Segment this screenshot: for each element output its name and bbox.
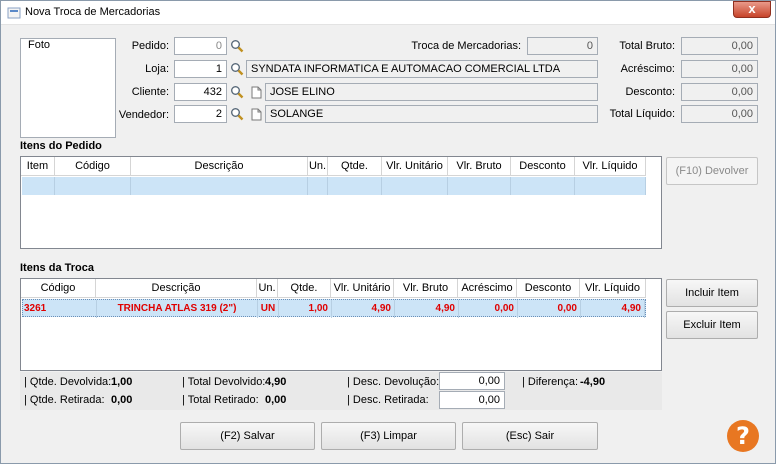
window: Nova Troca de Mercadorias x Foto Pedido:…: [0, 0, 776, 464]
cliente-name-field: JOSE ELINO: [265, 83, 598, 101]
total-liquido-label: Total Líquido:: [609, 108, 675, 120]
cell-codigo: 3261: [23, 300, 97, 318]
table-cell: [448, 177, 511, 195]
excluir-item-button[interactable]: Excluir Item: [666, 311, 758, 339]
qtde-devolvida-label: | Qtde. Devolvida:: [24, 376, 112, 388]
close-button[interactable]: x: [733, 1, 771, 18]
cell-unitario: 4,90: [332, 300, 395, 318]
desc-devolucao-input[interactable]: 0,00: [439, 372, 505, 390]
app-icon: [7, 7, 21, 19]
table-cell: [55, 177, 131, 195]
acrescimo-field: 0,00: [681, 60, 758, 78]
search-icon[interactable]: [230, 107, 244, 121]
diferenca-label: | Diferença:: [522, 376, 579, 388]
column-header[interactable]: Desconto: [511, 157, 575, 176]
column-header[interactable]: Vlr. Unitário: [382, 157, 448, 176]
summary-panel: | Qtde. Devolvida: 1,00 | Qtde. Retirada…: [20, 372, 662, 410]
itens-pedido-title: Itens do Pedido: [20, 140, 102, 152]
search-icon[interactable]: [230, 85, 244, 99]
qtde-retirada-label: | Qtde. Retirada:: [24, 394, 105, 406]
column-header[interactable]: Vlr. Líquido: [580, 279, 646, 298]
column-header[interactable]: Item: [21, 157, 55, 176]
column-header[interactable]: Un.: [257, 279, 278, 298]
loja-name-field: SYNDATA INFORMATICA E AUTOMACAO COMERCIA…: [246, 60, 598, 78]
desc-devolucao-label: | Desc. Devolução:: [347, 376, 440, 388]
itens-troca-grid[interactable]: Código Descrição Un. Qtde. Vlr. Unitário…: [20, 278, 662, 371]
column-header[interactable]: Vlr. Bruto: [394, 279, 458, 298]
desconto-field: 0,00: [681, 83, 758, 101]
table-cell: [575, 177, 646, 195]
troca-label: Troca de Mercadorias:: [411, 40, 521, 52]
photo-label: Foto: [28, 39, 51, 51]
total-devolvido-value: 4,90: [265, 376, 287, 388]
troca-field: 0: [527, 37, 598, 55]
cliente-input[interactable]: 432: [174, 83, 227, 101]
table-cell: [328, 177, 382, 195]
table-cell: [382, 177, 448, 195]
column-header[interactable]: Qtde.: [278, 279, 331, 298]
total-bruto-field: 0,00: [681, 37, 758, 55]
title-bar: Nova Troca de Mercadorias x: [1, 1, 775, 25]
incluir-item-button[interactable]: Incluir Item: [666, 279, 758, 307]
cliente-label: Cliente:: [131, 86, 169, 98]
total-devolvido-label: | Total Devolvido:: [182, 376, 266, 388]
column-header[interactable]: Un.: [308, 157, 328, 176]
devolver-button[interactable]: (F10) Devolver: [666, 157, 758, 185]
loja-input[interactable]: 1: [174, 60, 227, 78]
column-header[interactable]: Acréscimo: [458, 279, 517, 298]
vendedor-input[interactable]: 2: [174, 105, 227, 123]
cell-qtde: 1,00: [279, 300, 332, 318]
search-icon[interactable]: [230, 39, 244, 53]
table-cell: [308, 177, 328, 195]
table-row[interactable]: 3261 TRINCHA ATLAS 319 (2") UN 1,00 4,90…: [22, 299, 646, 318]
salvar-button[interactable]: (F2) Salvar: [180, 422, 315, 450]
vendedor-label: Vendedor:: [118, 109, 169, 121]
column-header[interactable]: Descrição: [131, 157, 308, 176]
vendedor-name-field: SOLANGE: [265, 105, 598, 123]
pedido-input[interactable]: 0: [174, 37, 227, 55]
table-cell: [511, 177, 575, 195]
itens-pedido-grid[interactable]: Item Código Descrição Un. Qtde. Vlr. Uni…: [20, 156, 662, 249]
help-icon[interactable]: ?: [727, 420, 759, 452]
document-icon[interactable]: [251, 108, 262, 121]
qtde-devolvida-value: 1,00: [111, 376, 133, 388]
cell-descricao: TRINCHA ATLAS 319 (2"): [97, 300, 258, 318]
qtde-retirada-value: 0,00: [111, 394, 133, 406]
photo-box: Foto: [20, 38, 116, 138]
search-icon[interactable]: [230, 62, 244, 76]
total-bruto-label: Total Bruto:: [619, 40, 675, 52]
table-cell: [131, 177, 308, 195]
column-header[interactable]: Vlr. Líquido: [575, 157, 646, 176]
column-header[interactable]: Código: [21, 279, 96, 298]
limpar-button[interactable]: (F3) Limpar: [321, 422, 456, 450]
loja-label: Loja:: [145, 63, 169, 75]
total-liquido-field: 0,00: [681, 105, 758, 123]
pedido-label: Pedido:: [131, 40, 169, 52]
total-retirado-label: | Total Retirado:: [182, 394, 259, 406]
cell-acrescimo: 0,00: [459, 300, 518, 318]
column-header[interactable]: Desconto: [517, 279, 580, 298]
itens-troca-title: Itens da Troca: [20, 262, 94, 274]
document-icon[interactable]: [251, 86, 262, 99]
cell-desconto: 0,00: [518, 300, 581, 318]
total-retirado-value: 0,00: [265, 394, 287, 406]
column-header[interactable]: Vlr. Bruto: [448, 157, 511, 176]
sair-button[interactable]: (Esc) Sair: [462, 422, 598, 450]
cell-liquido: 4,90: [581, 300, 645, 318]
cell-un: UN: [258, 300, 279, 318]
table-row-selected[interactable]: [22, 177, 646, 195]
desc-retirada-input[interactable]: 0,00: [439, 391, 505, 409]
column-header[interactable]: Código: [55, 157, 131, 176]
table-cell: [22, 177, 55, 195]
cell-bruto: 4,90: [395, 300, 459, 318]
column-header[interactable]: Descrição: [96, 279, 257, 298]
desconto-label: Desconto:: [625, 86, 675, 98]
column-header[interactable]: Qtde.: [328, 157, 382, 176]
desc-retirada-label: | Desc. Retirada:: [347, 394, 429, 406]
window-title: Nova Troca de Mercadorias: [25, 6, 161, 18]
acrescimo-label: Acréscimo:: [620, 63, 675, 75]
column-header[interactable]: Vlr. Unitário: [331, 279, 394, 298]
diferenca-value: -4,90: [580, 376, 606, 388]
